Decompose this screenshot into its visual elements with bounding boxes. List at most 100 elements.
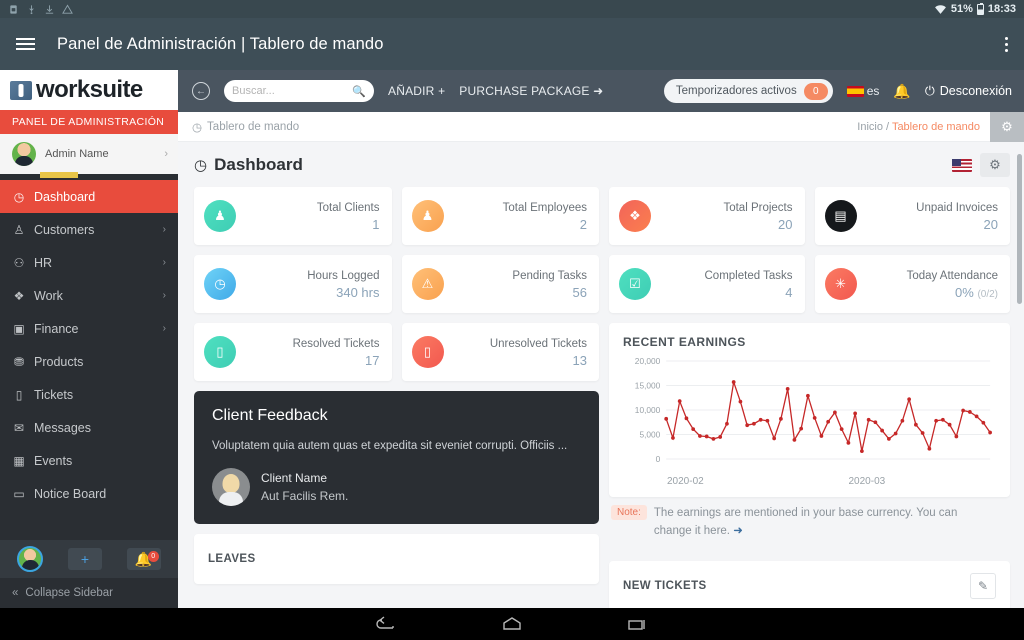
app-title: Panel de Administración | Tablero de man… — [57, 34, 384, 53]
stat-value: 56 — [572, 285, 587, 300]
unresolved-icon: ▯ — [411, 336, 444, 368]
sidebar-item-label: Customers — [34, 222, 95, 237]
kebab-menu-icon[interactable] — [1005, 36, 1008, 52]
stat-card-pending-tasks[interactable]: ⚠ Pending Tasks 56 — [401, 255, 599, 313]
home-icon[interactable] — [499, 614, 525, 634]
back-icon[interactable] — [373, 614, 399, 634]
add-button[interactable]: + — [67, 548, 102, 570]
search-input[interactable] — [232, 85, 349, 97]
spain-flag-icon — [846, 85, 864, 97]
sidebar-item-dashboard[interactable]: ◷ Dashboard — [0, 180, 178, 213]
settings-gear-icon[interactable]: ⚙ — [990, 111, 1024, 142]
collapse-sidebar-button[interactable]: « Collapse Sidebar — [0, 578, 178, 608]
stat-text: Total Employees 2 — [503, 198, 587, 234]
stat-card-resolved-tickets[interactable]: ▯ Resolved Tickets 17 — [194, 323, 392, 381]
avatar[interactable] — [17, 546, 44, 572]
x-tick-label: 2020-02 — [667, 476, 704, 487]
active-timers-count: 0 — [803, 82, 828, 100]
sidebar-item-hr[interactable]: ⚇ HR › — [0, 246, 178, 279]
note-badge: Note: — [611, 505, 647, 520]
stat-value: 2 — [579, 217, 587, 232]
stat-text: Total Clients 1 — [317, 198, 380, 234]
language-label: es — [866, 84, 880, 98]
arrow-right-icon[interactable]: ➜ — [733, 525, 743, 537]
stat-text: Hours Logged 340 hrs — [307, 266, 379, 302]
status-left-icons — [8, 3, 73, 15]
sidebar-item-products[interactable]: ⛃ Products — [0, 345, 178, 378]
sidebar-item-tickets[interactable]: ▯ Tickets — [0, 378, 178, 411]
logout-button[interactable]: ⏻ Desconexión — [925, 84, 1012, 99]
breadcrumb-bar: ◷ Tablero de mando Inicio / Tablero de m… — [178, 111, 1024, 142]
client-feedback-text: Voluptatem quia autem quas et expedita s… — [212, 440, 568, 452]
sidebar-item-messages[interactable]: ✉ Messages — [0, 411, 178, 444]
brand-name: worksuite — [36, 76, 143, 103]
breadcrumb-home-link[interactable]: Inicio — [857, 121, 883, 133]
earnings-note: Note: The earnings are mentioned in your… — [609, 497, 1010, 551]
brand-logo[interactable]: worksuite — [0, 70, 178, 110]
stat-card-completed-tasks[interactable]: ☑ Completed Tasks 4 — [609, 255, 805, 313]
language-selector[interactable]: es — [846, 84, 880, 98]
stat-card-total-employees[interactable]: ♟ Total Employees 2 — [401, 187, 599, 245]
vertical-scrollbar[interactable] — [1017, 154, 1022, 304]
stat-card-unresolved-tickets[interactable]: ▯ Unresolved Tickets 13 — [401, 323, 599, 381]
attendance-icon: ✳ — [824, 268, 857, 300]
clock-icon: ◷ — [204, 268, 236, 300]
notification-bell-icon[interactable]: 🔔 — [893, 83, 910, 100]
edit-icon[interactable]: ✎ — [970, 572, 996, 599]
sidebar-item-label: Messages — [34, 420, 91, 435]
stat-row: ☑ Completed Tasks 4 ✳ Today Attendance 0… — [609, 255, 1010, 313]
sidebar-nav: ◷ Dashboard ♙ Customers › ⚇ HR › ❖ Work … — [0, 180, 178, 540]
breadcrumb-current: ◷ Tablero de mando — [192, 120, 299, 134]
chart-x-axis: 2020-02 2020-03 — [623, 476, 996, 487]
logout-label: Desconexión — [939, 84, 1012, 98]
sidebar-item-work[interactable]: ❖ Work › — [0, 279, 178, 312]
chevron-right-icon: › — [162, 224, 166, 235]
sidebar-profile[interactable]: Admin Name › — [0, 134, 178, 174]
stat-card-total-projects[interactable]: ❖ Total Projects 20 — [609, 187, 805, 245]
stat-label: Hours Logged — [307, 270, 380, 282]
sidebar-item-events[interactable]: ▦ Events — [0, 444, 178, 477]
sidebar-item-label: Notice Board — [34, 486, 107, 501]
chevron-right-icon: › — [164, 148, 168, 160]
breadcrumb: Inicio / Tablero de mando — [857, 121, 990, 133]
stat-card-unpaid-invoices[interactable]: ▤ Unpaid Invoices 20 — [814, 187, 1010, 245]
notification-bell-icon[interactable]: 🔔 0 — [126, 548, 161, 570]
top-navbar: ← 🔍 AÑADIR + PURCHASE PACKAGE ➜ Temporiz… — [178, 70, 1024, 112]
sidebar-item-finance[interactable]: ▣ Finance › — [0, 312, 178, 345]
stat-label: Total Employees — [502, 202, 587, 214]
worksuite-logo-icon — [10, 80, 32, 100]
sidebar-item-customers[interactable]: ♙ Customers › — [0, 213, 178, 246]
purchase-package-button[interactable]: PURCHASE PACKAGE ➜ — [459, 84, 603, 98]
active-timers-button[interactable]: Temporizadores activos 0 — [663, 79, 833, 103]
circle-back-arrow-icon[interactable]: ← — [192, 82, 210, 100]
us-flag-icon[interactable] — [952, 158, 972, 172]
client-feedback-title: Client Feedback — [212, 407, 328, 424]
stat-label: Unresolved Tickets — [489, 338, 587, 350]
note-body: The earnings are mentioned in your base … — [653, 507, 958, 537]
stat-label: Resolved Tickets — [292, 338, 380, 350]
right-column: ❖ Total Projects 20 ▤ Unpaid Invoices 20 — [609, 187, 1010, 608]
search-box[interactable]: 🔍 — [224, 80, 374, 102]
sidebar-item-label: Work — [34, 288, 63, 303]
usb-icon — [29, 4, 34, 14]
add-button[interactable]: AÑADIR + — [388, 84, 445, 98]
stat-card-today-attendance[interactable]: ✳ Today Attendance 0% (0/2) — [814, 255, 1010, 313]
stat-text: Unpaid Invoices 20 — [916, 198, 998, 234]
settings-gear-icon[interactable]: ⚙ — [980, 153, 1010, 177]
profile-name: Admin Name — [45, 148, 109, 160]
events-icon: ▦ — [13, 453, 25, 468]
recents-icon[interactable] — [625, 614, 651, 634]
stat-card-hours-logged[interactable]: ◷ Hours Logged 340 hrs — [194, 255, 392, 313]
sidebar-item-notice-board[interactable]: ▭ Notice Board — [0, 477, 178, 510]
chevron-right-icon: › — [162, 323, 166, 334]
stat-card-total-clients[interactable]: ♟ Total Clients 1 — [194, 187, 392, 245]
completed-icon: ☑ — [619, 268, 651, 300]
hamburger-icon[interactable] — [16, 38, 35, 50]
dashboard-icon: ◷ — [194, 157, 208, 174]
stat-value: 340 hrs — [336, 285, 380, 300]
x-tick-label: 2020-03 — [848, 476, 886, 487]
client-name: Client Name — [261, 470, 328, 485]
search-icon[interactable]: 🔍 — [352, 85, 366, 98]
breadcrumb-right: Inicio / Tablero de mando ⚙ — [857, 111, 1024, 142]
chart-title: RECENT EARNINGS — [623, 335, 746, 349]
